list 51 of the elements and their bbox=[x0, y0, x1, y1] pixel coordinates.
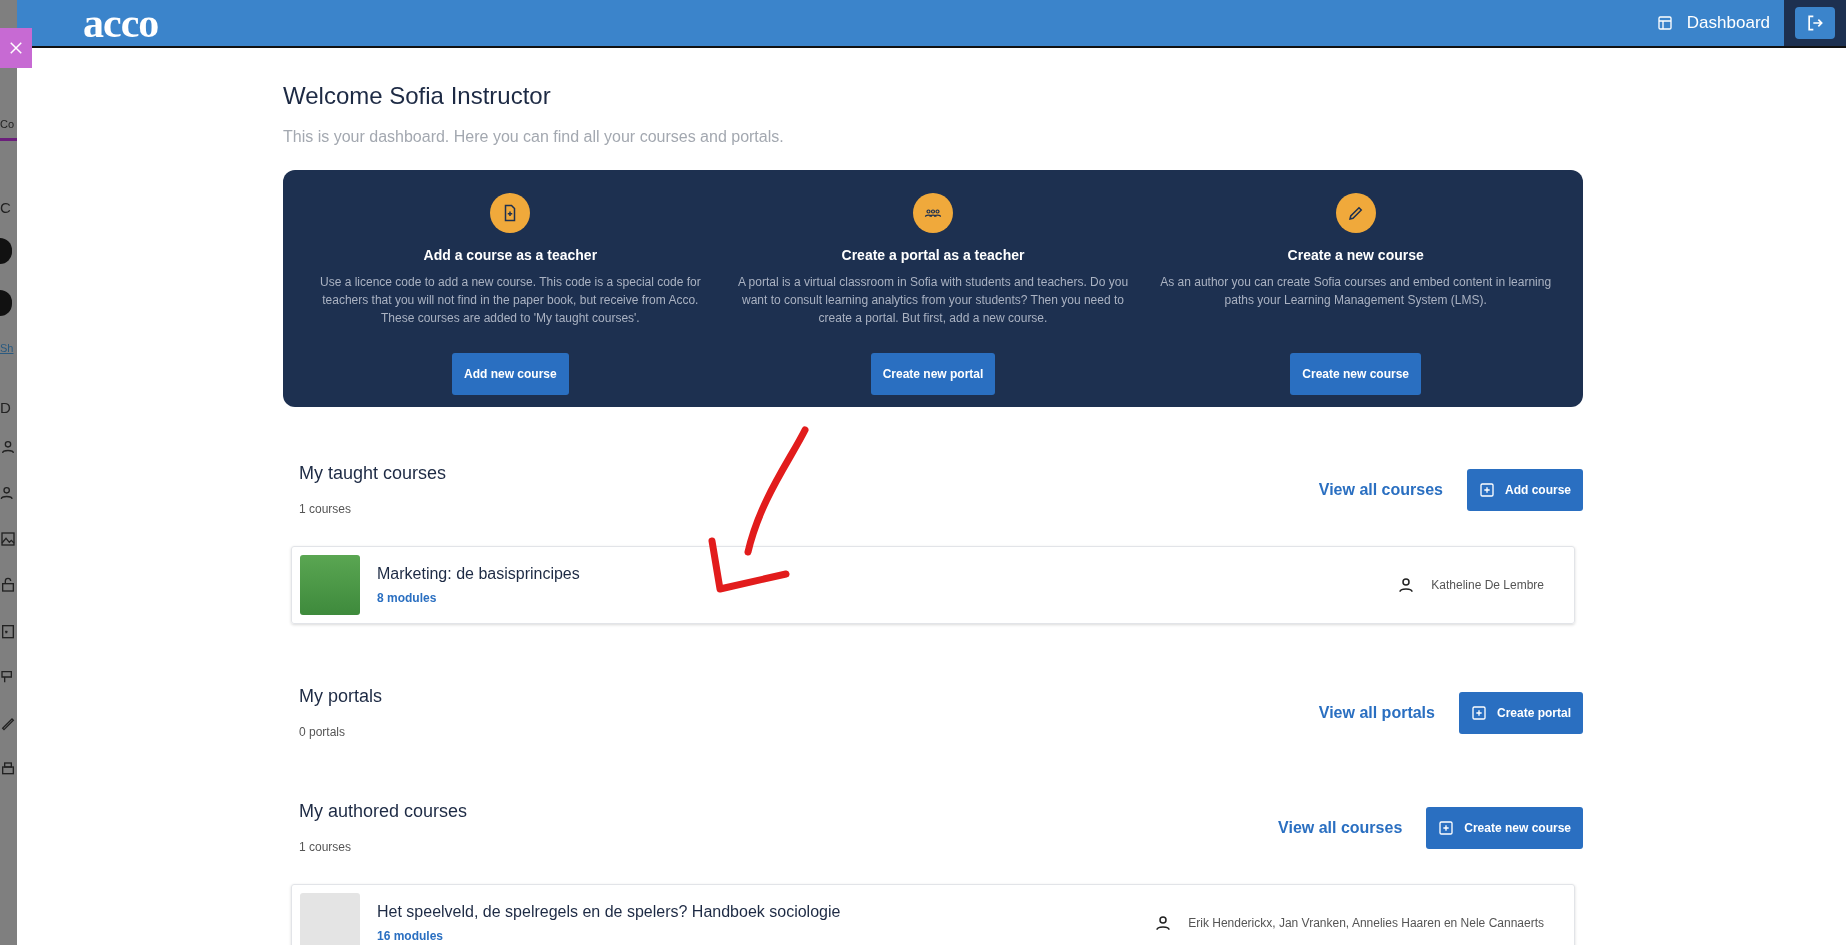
action-description: A portal is a virtual classroom in Sofia with students and teachers. Do you want to consult learning analytics from your students? Then you need to create a portal. But first, add a new course. bbox=[736, 274, 1130, 327]
action-button[interactable]: Create new course bbox=[1290, 353, 1422, 395]
person-icon bbox=[0, 438, 16, 456]
image-icon bbox=[0, 530, 16, 548]
action-title: Create a new course bbox=[1287, 247, 1424, 263]
add-button[interactable]: Add course bbox=[1467, 468, 1583, 511]
author-names: Katheline De Lembre bbox=[1431, 578, 1544, 592]
pencil-icon bbox=[1346, 204, 1365, 222]
person-icon bbox=[1154, 914, 1173, 932]
course-card[interactable]: Het speelveld, de spelregels en de spelers? Handboek sociologie 16 modules Erik Henderickx, Jan Vranken, Annelies Haaren en Nele Cannaerts bbox=[291, 884, 1575, 945]
layout-icon bbox=[1656, 15, 1673, 31]
logo: acco bbox=[83, 2, 159, 44]
item-count: 1 courses bbox=[299, 840, 353, 854]
add-button[interactable]: Create new course bbox=[1426, 806, 1583, 849]
section-title: My portals bbox=[299, 686, 384, 707]
dashboard-link[interactable]: Dashboard bbox=[1656, 13, 1770, 33]
section-title: My taught courses bbox=[299, 463, 448, 484]
logout-button[interactable] bbox=[1795, 7, 1835, 39]
action-description: Use a licence code to add a new course. This code is a special code for teachers that you will not find in the paper book, but receive from Acco. These courses are added to 'My taught courses'. bbox=[319, 274, 702, 327]
illustration-placeholder bbox=[300, 893, 360, 945]
plus-icon bbox=[1438, 819, 1455, 836]
plus-icon bbox=[1479, 481, 1495, 498]
plus-icon bbox=[1470, 704, 1487, 721]
tab[interactable]: Co bbox=[0, 118, 17, 141]
page-subtitle: This is your dashboard. Here you can find all your courses and portals. bbox=[283, 128, 785, 146]
action-title: Add a course as a teacher bbox=[423, 247, 598, 263]
action-title: Create a portal as a teacher bbox=[841, 247, 1025, 263]
course-title: Het speelveld, de spelregels en de spelers? Handboek sociologie bbox=[377, 903, 842, 921]
item-count: 1 courses bbox=[299, 502, 353, 516]
action-description: As an author you can create Sofia courses and embed content in learning paths your Learning Management System (LMS). bbox=[1159, 274, 1553, 309]
modules-link[interactable]: 16 modules bbox=[377, 929, 1155, 943]
view-all-link[interactable]: View all portals bbox=[1318, 703, 1435, 722]
lock-icon bbox=[0, 576, 16, 594]
logout-icon bbox=[1805, 13, 1825, 33]
add-button[interactable]: Create portal bbox=[1458, 691, 1583, 734]
modules-link[interactable]: 8 modules bbox=[377, 591, 1398, 605]
course-title: Marketing: de basisprincipes bbox=[377, 565, 581, 583]
photo-placeholder bbox=[300, 555, 360, 615]
action-button[interactable]: Add new course bbox=[452, 353, 569, 395]
person-icon bbox=[1397, 576, 1416, 594]
heading: D bbox=[0, 399, 11, 416]
section-title: My authored courses bbox=[299, 801, 469, 822]
heading: C bbox=[0, 199, 11, 216]
action-button[interactable]: Create new portal bbox=[870, 353, 996, 395]
close-icon bbox=[7, 39, 25, 57]
author-names: Erik Henderickx, Jan Vranken, Annelies Haaren en Nele Cannaerts bbox=[1188, 916, 1544, 930]
item-count: 0 portals bbox=[299, 725, 347, 739]
course-card[interactable]: Marketing: de basisprincipes 8 modules Katheline De Lembre bbox=[291, 546, 1575, 624]
view-all-link[interactable]: View all courses bbox=[1278, 818, 1403, 837]
view-all-link[interactable]: View all courses bbox=[1318, 480, 1443, 499]
page-title: Welcome Sofia Instructor bbox=[283, 82, 552, 110]
